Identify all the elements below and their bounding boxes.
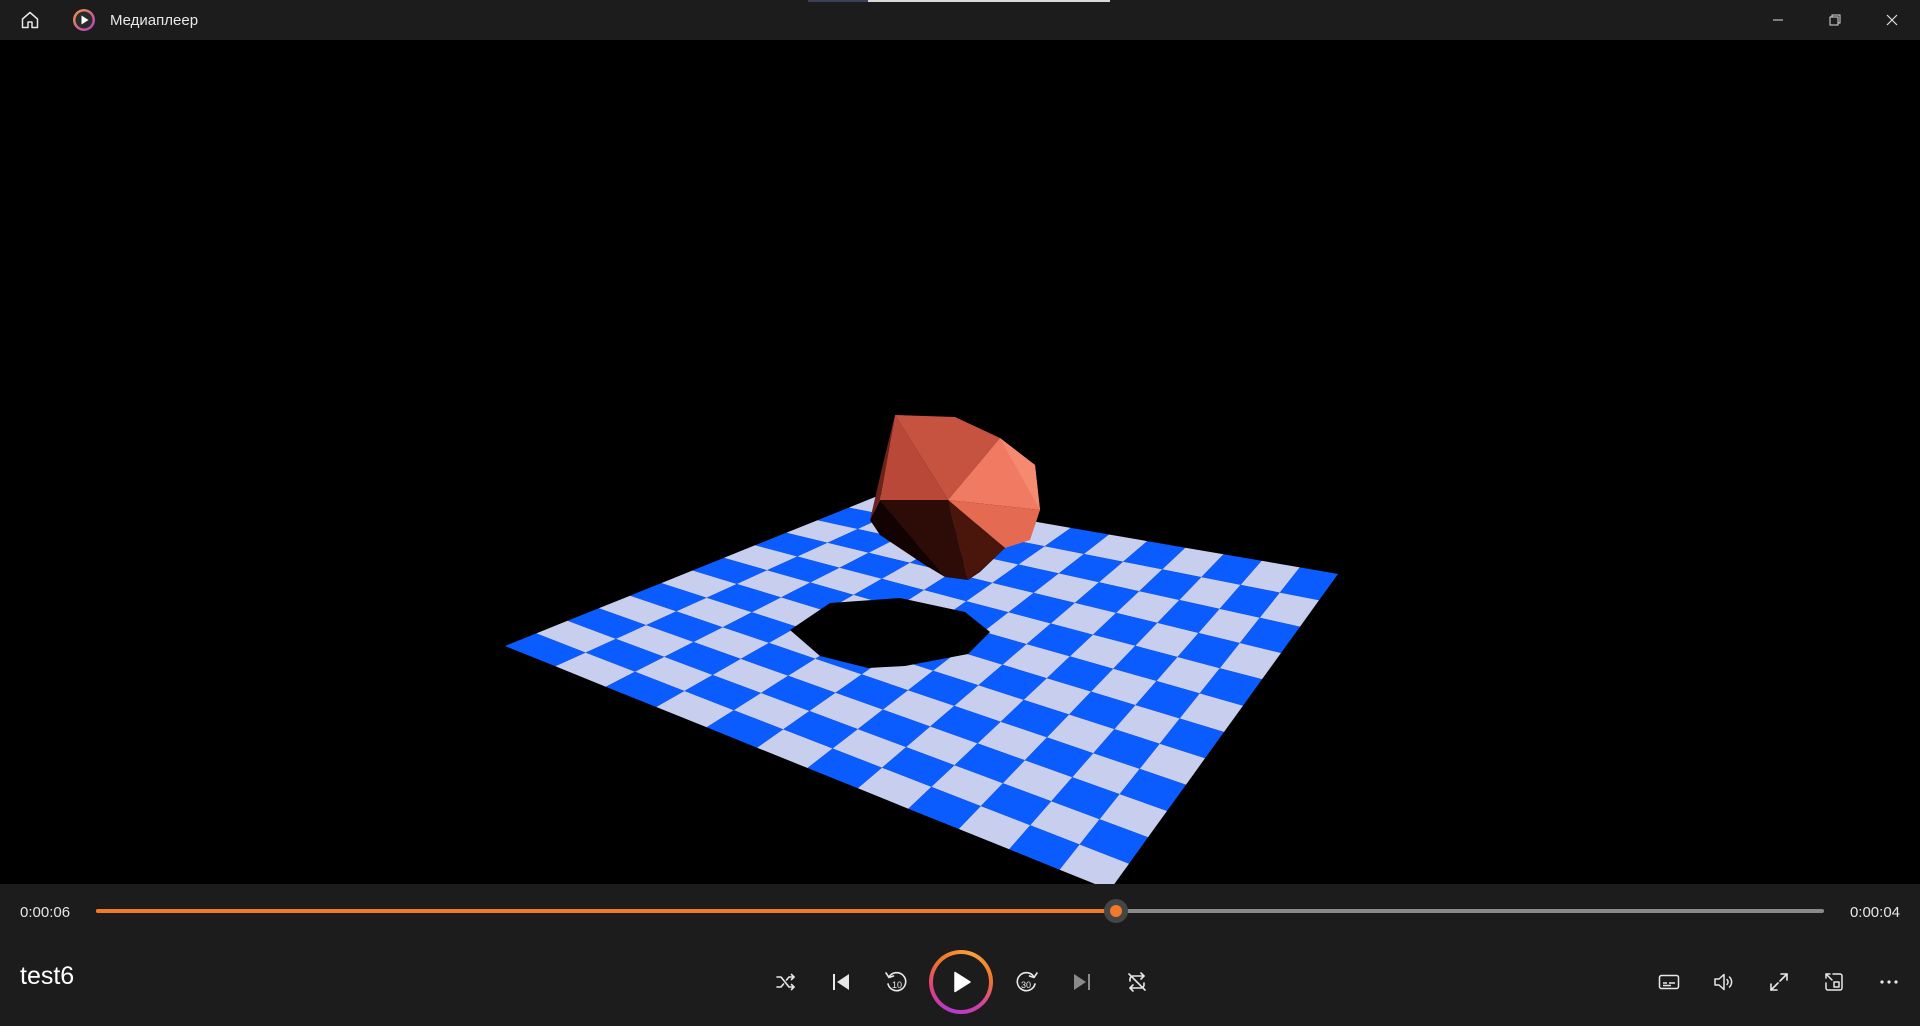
seek-bar[interactable]	[96, 899, 1824, 923]
media-title: test6	[20, 962, 75, 990]
window-controls	[1749, 0, 1920, 40]
previous-button[interactable]	[813, 955, 868, 1010]
play-button-inner	[933, 954, 989, 1010]
playback-controls: 0:00:06 0:00:04 test6 10 30	[0, 884, 1920, 1026]
home-icon	[21, 11, 39, 29]
more-icon	[1879, 980, 1898, 984]
skip-forward-30-icon: 30	[1016, 971, 1038, 992]
repeat-icon	[1127, 972, 1146, 992]
more-options-button[interactable]	[1861, 955, 1916, 1010]
shuffle-icon	[775, 973, 795, 991]
skip-forward-label: 30	[1020, 980, 1030, 990]
fullscreen-icon	[1769, 973, 1788, 991]
subtitles-button[interactable]	[1641, 955, 1696, 1010]
minimize-button[interactable]	[1749, 0, 1806, 40]
fullscreen-button[interactable]	[1751, 955, 1806, 1010]
close-button[interactable]	[1863, 0, 1920, 40]
mini-player-icon	[1824, 973, 1843, 991]
skip-back-label: 10	[891, 980, 901, 990]
play-icon	[954, 971, 971, 993]
shuffle-button[interactable]	[758, 955, 813, 1010]
subtitles-icon	[1658, 974, 1679, 990]
seek-progress	[96, 909, 1116, 913]
elapsed-time: 0:00:06	[20, 904, 71, 921]
play-button[interactable]	[929, 950, 993, 1014]
close-icon	[1886, 14, 1897, 26]
skip-back-10-button[interactable]: 10	[868, 955, 923, 1010]
previous-icon	[832, 974, 849, 990]
minimize-icon	[1772, 19, 1783, 21]
title-bar: Медиаплеер	[0, 0, 1920, 40]
video-frame	[505, 415, 1338, 884]
remaining-time: 0:00:04	[1849, 904, 1900, 921]
secondary-controls	[1641, 954, 1916, 1010]
restore-button[interactable]	[1806, 0, 1863, 40]
video-area[interactable]	[0, 40, 1920, 884]
next-icon	[1073, 974, 1090, 990]
seek-thumb[interactable]	[1103, 899, 1128, 923]
media-player-logo-icon	[73, 9, 95, 31]
volume-icon	[1713, 973, 1732, 991]
restore-icon	[1829, 14, 1840, 26]
home-button[interactable]	[0, 0, 60, 40]
next-button[interactable]	[1054, 955, 1109, 1010]
skip-back-10-icon: 10	[884, 971, 906, 992]
mini-player-button[interactable]	[1806, 955, 1861, 1010]
volume-button[interactable]	[1696, 955, 1751, 1010]
skip-forward-30-button[interactable]: 30	[999, 955, 1054, 1010]
app-title: Медиаплеер	[110, 11, 199, 29]
drag-indicator	[808, 0, 1110, 2]
repeat-button[interactable]	[1109, 955, 1164, 1010]
transport-controls: 10 30	[758, 944, 1164, 1020]
